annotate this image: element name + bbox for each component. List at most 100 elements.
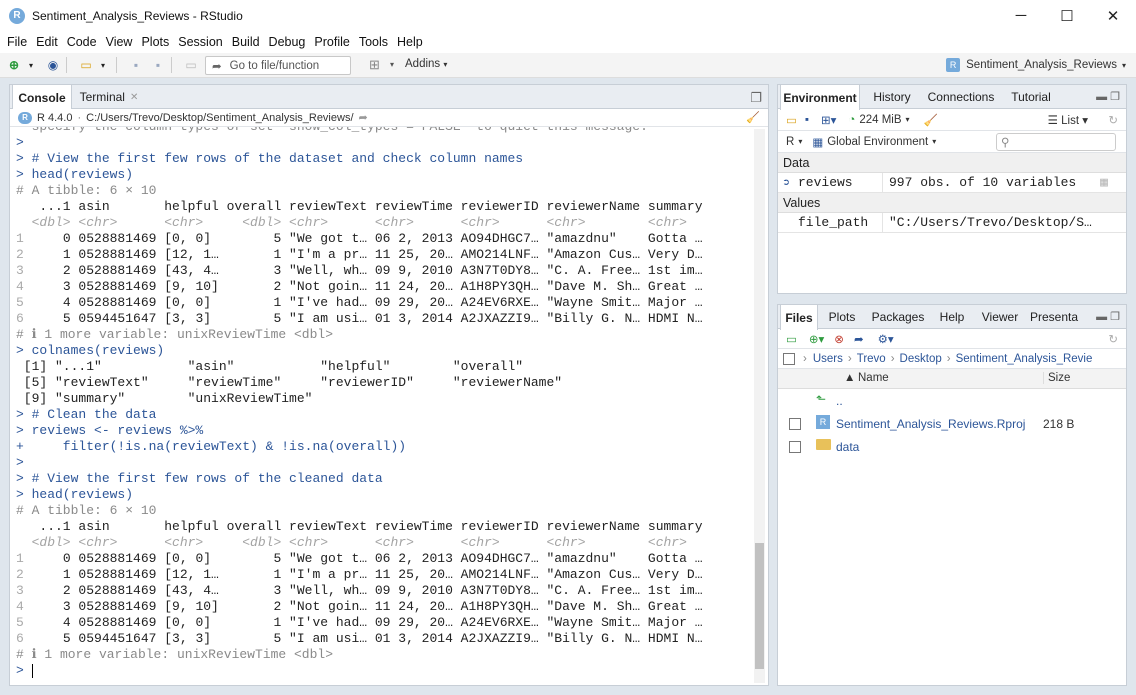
crumb-trevo[interactable]: Trevo (857, 353, 886, 365)
console-line: ...1 asin helpful overall reviewText rev… (16, 519, 703, 534)
new-file-icon[interactable]: ⊕ (6, 57, 22, 73)
expand-icon[interactable]: ➲ (783, 176, 790, 190)
load-workspace-icon[interactable]: ▭ (786, 113, 797, 127)
list-view-menu[interactable]: ☰ List ▾ (1048, 113, 1088, 127)
memory-usage[interactable]: 224 MiB (859, 114, 901, 126)
row-number: 6 (16, 311, 24, 326)
pane-minmax-icon[interactable]: ▬ ❐ (1096, 90, 1120, 103)
menu-build[interactable]: Build (228, 35, 264, 49)
save-icon[interactable]: ▪ (128, 57, 144, 73)
sort-asc-icon[interactable]: ▲ (844, 372, 855, 384)
console-line: <dbl> <chr> <chr> <dbl> <chr> <chr> <chr… (16, 535, 687, 550)
delete-icon[interactable]: ⊗ (834, 332, 844, 346)
new-project-icon[interactable]: ◉ (45, 57, 61, 73)
console-line: > head(reviews) (16, 487, 134, 502)
console-output[interactable]: specify the column types or set `show_co… (16, 127, 752, 685)
close-tab-icon[interactable]: ✕ (130, 92, 138, 103)
new-folder-icon[interactable]: ▭ (786, 332, 797, 346)
console-scrollbar[interactable] (754, 129, 765, 683)
env-row-reviews[interactable]: ➲ reviews 997 obs. of 10 variables ▦ (778, 172, 1126, 193)
goto-dir-icon[interactable]: ➦ (359, 111, 368, 124)
home-icon[interactable]: › (803, 353, 807, 365)
goto-file-input[interactable]: ➦ Go to file/function (205, 56, 351, 75)
new-file-dropdown-icon[interactable]: ▾ (23, 57, 39, 73)
tab-help[interactable]: Help (934, 305, 970, 329)
open-file-icon[interactable]: ▭ (78, 57, 94, 73)
console-line: ...1 asin helpful overall reviewText rev… (16, 199, 703, 214)
console-line: [5] "reviewText" "reviewTime" "reviewerI… (16, 375, 563, 390)
file-row-rproj[interactable]: R Sentiment_Analysis_Reviews.Rproj 218 B (778, 412, 1126, 435)
col-name[interactable]: Name (858, 372, 889, 384)
folder-name[interactable]: data (836, 440, 859, 454)
menu-file[interactable]: File (3, 35, 31, 49)
console-line: <dbl> <chr> <chr> <dbl> <chr> <chr> <chr… (16, 215, 687, 230)
view-table-icon[interactable]: ▦ (1100, 175, 1108, 190)
project-menu[interactable]: R Sentiment_Analysis_Reviews ▾ (946, 58, 1126, 72)
grid-layout-icon[interactable]: ⊞ (369, 57, 380, 73)
tab-files[interactable]: Files (780, 305, 818, 330)
crumb-users[interactable]: Users (813, 353, 843, 365)
menu-tools[interactable]: Tools (355, 35, 392, 49)
menu-session[interactable]: Session (174, 35, 226, 49)
row-text: 4 0528881469 [0, 0] 1 "I've had… 09 29, … (23, 295, 703, 310)
tab-presentation[interactable]: Presenta (1030, 305, 1080, 329)
menu-plots[interactable]: Plots (137, 35, 173, 49)
tab-viewer[interactable]: Viewer (974, 305, 1026, 329)
col-size[interactable]: Size (1043, 372, 1070, 384)
tab-connections[interactable]: Connections (924, 85, 998, 109)
crumb-project[interactable]: Sentiment_Analysis_Revie (956, 353, 1093, 365)
more-gear-icon[interactable]: ⚙▾ (878, 332, 894, 346)
menu-edit[interactable]: Edit (32, 35, 62, 49)
refresh-icon[interactable]: ↻ (1108, 332, 1118, 346)
print-icon[interactable]: ▭ (183, 57, 199, 73)
file-row-up[interactable]: ⬑ .. (778, 389, 1126, 412)
maximize-pane-icon[interactable]: ❐ (750, 90, 762, 106)
minimize-button[interactable]: ─ (998, 0, 1044, 31)
pane-minmax-icon[interactable]: ▬ ❐ (1096, 310, 1120, 323)
crumb-desktop[interactable]: Desktop (900, 353, 942, 365)
file-checkbox[interactable] (789, 418, 801, 430)
language-select[interactable]: R (786, 136, 794, 148)
env-row-file-path[interactable]: file_path "C:/Users/Trevo/Desktop/S… (778, 212, 1126, 233)
env-search-input[interactable]: ⚲ (996, 133, 1116, 151)
menu-help[interactable]: Help (393, 35, 427, 49)
scope-select[interactable]: Global Environment (827, 136, 928, 148)
tab-plots[interactable]: Plots (822, 305, 862, 329)
row-text: 3 0528881469 [9, 10] 2 "Not goin… 11 24,… (23, 599, 703, 614)
layout-dropdown-icon[interactable]: ▾ (390, 60, 394, 69)
console-line: > (16, 663, 33, 678)
console-tabbar: Console Terminal ✕ ❐ (10, 85, 768, 110)
rename-icon[interactable]: ➦ (854, 332, 864, 346)
row-number: 4 (16, 279, 24, 294)
save-all-icon[interactable]: ▪ (150, 57, 166, 73)
console-info-bar: R R 4.4.0 · C:/Users/Trevo/Desktop/Senti… (10, 109, 768, 127)
menu-view[interactable]: View (102, 35, 137, 49)
select-all-checkbox[interactable] (783, 352, 795, 365)
file-row-data[interactable]: data (778, 435, 1126, 458)
file-name[interactable]: Sentiment_Analysis_Reviews.Rproj (836, 417, 1025, 431)
tab-environment[interactable]: Environment (780, 85, 860, 110)
tab-tutorial[interactable]: Tutorial (1002, 85, 1060, 109)
files-pane: Files Plots Packages Help Viewer Present… (777, 304, 1127, 686)
rstudio-logo-icon: R (9, 7, 25, 24)
save-workspace-icon[interactable]: ▪ (805, 114, 809, 126)
menu-code[interactable]: Code (63, 35, 101, 49)
refresh-icon[interactable]: ↻ (1108, 113, 1118, 127)
menu-profile[interactable]: Profile (310, 35, 353, 49)
clear-console-icon[interactable]: 🧹 (746, 111, 760, 124)
tab-history[interactable]: History (864, 85, 920, 109)
tab-packages[interactable]: Packages (866, 305, 930, 329)
tab-console[interactable]: Console (12, 85, 72, 110)
addins-menu[interactable]: Addins ▾ (405, 58, 447, 70)
row-number: 3 (16, 583, 24, 598)
maximize-button[interactable]: ☐ (1044, 0, 1090, 31)
clear-env-icon[interactable]: 🧹 (924, 113, 938, 127)
import-dataset-icon[interactable]: ⊞▾ (821, 113, 836, 127)
open-dropdown-icon[interactable]: ▾ (95, 57, 111, 73)
scrollbar-thumb[interactable] (755, 543, 764, 669)
new-blank-file-icon[interactable]: ⊕▾ (809, 332, 824, 346)
tab-terminal[interactable]: Terminal ✕ (76, 85, 142, 109)
file-checkbox[interactable] (789, 441, 801, 453)
menu-debug[interactable]: Debug (265, 35, 310, 49)
close-button[interactable]: ✕ (1090, 0, 1136, 31)
